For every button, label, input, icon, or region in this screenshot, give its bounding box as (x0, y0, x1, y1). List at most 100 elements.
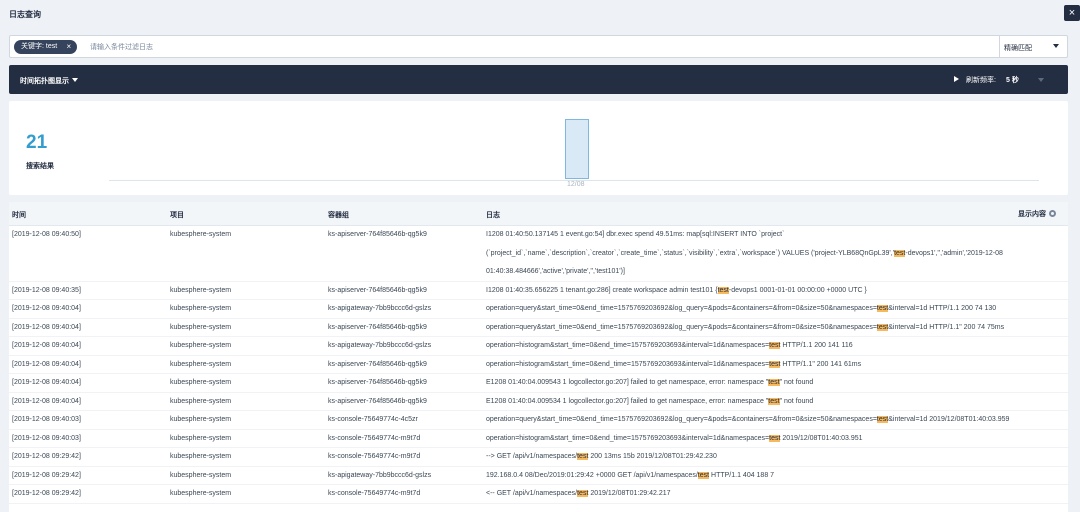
keyword-filter-chip[interactable]: 关键字: test × (14, 40, 78, 54)
log-text: E1208 01:40:04.009543 1 logcollector.go:… (486, 379, 769, 386)
log-text: &interval=1d HTTP/1.1 200 74 130 (888, 305, 997, 312)
table-row[interactable]: [2019-12-08 09:29:42] kubesphere-system ks… (9, 448, 1068, 467)
log-text: --> GET /api/v1/namespaces/ (486, 453, 578, 460)
cell-pod: ks-apiserver-764f85646b-qg5k9 (328, 360, 427, 368)
column-header-time: 时间 (12, 212, 26, 219)
gear-icon[interactable] (1049, 210, 1056, 217)
table-row[interactable]: [2019-12-08 09:40:04] kubesphere-system ks… (9, 300, 1068, 319)
cell-project: kubesphere-system (170, 490, 232, 497)
log-text: -devops1','','admin','2019-12-08 (905, 249, 1003, 257)
cell-log: operation=query&start_time=0&end_time=15… (486, 300, 996, 319)
chevron-down-icon (72, 78, 78, 82)
cell-log: --> GET /api/v1/namespaces/test 200 13ms… (486, 448, 717, 467)
cell-project: kubesphere-system (170, 286, 232, 294)
match-mode-select[interactable]: 精确匹配 (999, 36, 1067, 57)
column-header-log: 日志 (486, 212, 500, 219)
log-text: HTTP/1.1 404 188 7 (709, 471, 775, 479)
table-row[interactable]: [2019-12-08 09:40:04] kubesphere-system ks… (9, 356, 1068, 375)
cell-log: I1208 01:40:35.656225 1 tenant.go:286] c… (486, 282, 867, 301)
cell-project: kubesphere-system (170, 379, 232, 386)
cell-project: kubesphere-system (170, 453, 232, 460)
log-text: operation=histogram&start_time=0&end_tim… (486, 360, 770, 368)
log-line: operation=query&start_time=0&end_time=15… (486, 300, 996, 319)
cell-log: operation=histogram&start_time=0&end_tim… (486, 430, 863, 449)
cell-project: kubesphere-system (170, 471, 232, 479)
table-row[interactable]: [2019-12-08 09:29:42] kubesphere-system ks… (9, 485, 1068, 504)
cell-project: kubesphere-system (170, 342, 232, 349)
cell-log: operation=histogram&start_time=0&end_tim… (486, 337, 853, 356)
histogram-bar[interactable] (565, 119, 589, 179)
log-table: 时间 项目 容器组 日志 显示内容 [2019-12-08 09:40:50] k… (9, 202, 1068, 512)
histogram-panel: 21 搜索结果 12/08 (9, 101, 1068, 195)
log-line: <-- GET /api/v1/namespaces/test 2019/12/… (486, 485, 671, 504)
display-content-toggle[interactable]: 显示内容 (1018, 209, 1056, 219)
keyword-highlight: test (769, 360, 781, 368)
log-line: (`project_id`,`name`,`description`,`crea… (486, 245, 1003, 264)
histogram-toggle[interactable]: 时间拓扑图显示 (20, 76, 78, 86)
keyword-highlight: test (894, 249, 906, 257)
log-line: E1208 01:40:04.009543 1 logcollector.go:… (486, 374, 813, 393)
table-row[interactable]: [2019-12-08 09:40:50] kubesphere-system ks… (9, 226, 1068, 282)
log-text: <-- GET /api/v1/namespaces/ (486, 490, 578, 497)
match-mode-label: 精确匹配 (1004, 45, 1032, 52)
cell-pod: ks-apigateway-7bb9bccc6d-gslzs (328, 305, 432, 312)
cell-pod: ks-apiserver-764f85646b-qg5k9 (328, 397, 427, 405)
search-bar: 关键字: test × 精确匹配 (9, 35, 1068, 58)
cell-time: [2019-12-08 09:40:04] (12, 342, 81, 349)
cell-time: [2019-12-08 09:40:04] (12, 323, 81, 331)
histogram-toggle-label: 时间拓扑图显示 (20, 78, 69, 85)
log-line: operation=histogram&start_time=0&end_tim… (486, 430, 863, 449)
table-row[interactable]: [2019-12-08 09:40:04] kubesphere-system ks… (9, 393, 1068, 412)
cell-log: operation=query&start_time=0&end_time=15… (486, 319, 1004, 338)
cell-log: operation=query&start_time=0&end_time=15… (486, 411, 1009, 430)
result-count-label: 搜索结果 (26, 163, 54, 170)
column-header-project: 项目 (170, 212, 184, 219)
log-text: &interval=1d 2019/12/08T01:40:03.959 (888, 416, 1010, 423)
table-row[interactable]: [2019-12-08 09:40:03] kubesphere-system ks… (9, 430, 1068, 449)
cell-time: [2019-12-08 09:40:35] (12, 286, 81, 294)
close-icon[interactable]: × (1064, 5, 1080, 21)
cell-log: operation=histogram&start_time=0&end_tim… (486, 356, 861, 375)
cell-time: [2019-12-08 09:40:04] (12, 397, 81, 405)
cell-project: kubesphere-system (170, 397, 232, 405)
table-row[interactable]: [2019-12-08 09:29:42] kubesphere-system ks… (9, 467, 1068, 485)
table-row[interactable]: [2019-12-08 09:40:03] kubesphere-system ks… (9, 411, 1068, 430)
result-count: 21 (26, 132, 48, 153)
histogram-toolbar: 时间拓扑图显示 刷新频率: 5 秒 (9, 65, 1068, 94)
title-bar: 日志查询 × (0, 0, 1080, 28)
chevron-down-icon[interactable] (1038, 78, 1044, 82)
log-text: I1208 01:40:50.137145 1 event.go:54] dbr… (486, 231, 785, 238)
table-row[interactable]: [2019-12-08 09:40:35] kubesphere-system ks… (9, 282, 1068, 301)
table-row[interactable]: [2019-12-08 09:40:04] kubesphere-system ks… (9, 337, 1068, 356)
log-text: 200 13ms 15b 2019/12/08T01:29:42.230 (588, 453, 717, 460)
play-icon[interactable] (954, 76, 959, 82)
keyword-highlight: test (717, 286, 729, 294)
log-line: 01:40:38.484666','active','private','','… (486, 263, 1003, 282)
keyword-highlight: test (577, 490, 589, 497)
log-text: " not found (779, 379, 814, 386)
log-text: E1208 01:40:04.009534 1 logcollector.go:… (486, 397, 769, 405)
cell-pod: ks-console-75649774c-m9t7d (328, 434, 421, 442)
display-content-label: 显示内容 (1018, 211, 1046, 218)
log-line: E1208 01:40:04.009534 1 logcollector.go:… (486, 393, 813, 412)
log-text: operation=query&start_time=0&end_time=15… (486, 323, 877, 331)
cell-log: I1208 01:40:50.137145 1 event.go:54] dbr… (486, 226, 1003, 282)
refresh-rate-select[interactable]: 5 秒 (1006, 75, 1019, 85)
chip-close-icon[interactable]: × (67, 40, 72, 54)
cell-pod: ks-apigateway-7bb9bccc6d-gslzs (328, 471, 432, 479)
log-text: operation=query&start_time=0&end_time=15… (486, 305, 877, 312)
log-filter-input[interactable] (90, 40, 590, 54)
table-row[interactable]: [2019-12-08 09:40:04] kubesphere-system ks… (9, 319, 1068, 338)
cell-time: [2019-12-08 09:40:04] (12, 305, 81, 312)
log-text: operation=histogram&start_time=0&end_tim… (486, 434, 770, 442)
log-line: operation=query&start_time=0&end_time=15… (486, 411, 1009, 430)
log-text: 192.168.0.4 08/Dec/2019:01:29:42 +0000 G… (486, 471, 698, 479)
log-text: " not found (779, 397, 814, 405)
cell-project: kubesphere-system (170, 305, 232, 312)
log-text: 2019/12/08T01:40:03.951 (780, 434, 863, 442)
log-line: operation=histogram&start_time=0&end_tim… (486, 337, 853, 356)
table-row[interactable]: [2019-12-08 09:40:04] kubesphere-system ks… (9, 374, 1068, 393)
cell-log: E1208 01:40:04.009543 1 logcollector.go:… (486, 374, 813, 393)
keyword-highlight: test (876, 305, 889, 312)
cell-time: [2019-12-08 09:29:42] (12, 471, 81, 479)
